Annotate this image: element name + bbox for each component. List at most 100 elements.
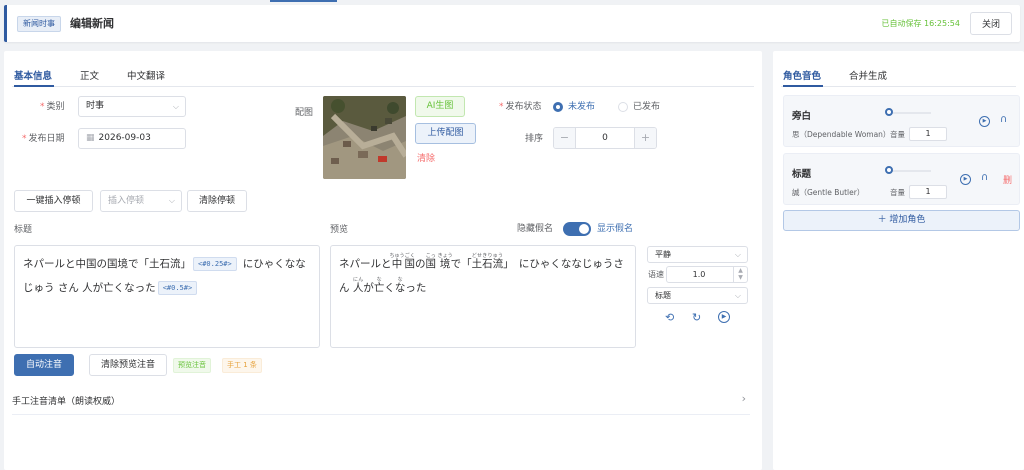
editor-tabs: 基本信息 正文 中文翻译 xyxy=(4,51,762,87)
voice-style-select[interactable]: 平静 ⌵ xyxy=(647,246,748,263)
voice-style-value: 平静 xyxy=(655,250,671,259)
speed-label: 语速 xyxy=(648,270,664,279)
headphones-icon[interactable]: ∩ xyxy=(1000,114,1007,125)
ruby-word: 中ちゅう xyxy=(389,253,405,270)
order-label: 排序 xyxy=(525,134,544,144)
chevron-down-icon: ⌵ xyxy=(172,102,179,111)
category-value: 时事 xyxy=(86,101,105,111)
volume-label: 音量 xyxy=(890,130,905,139)
clear-image-link[interactable]: 清除 xyxy=(417,151,435,164)
role-slider-knob[interactable] xyxy=(885,108,893,116)
kana-toggle-switch[interactable] xyxy=(563,222,591,236)
radio-unpublished[interactable] xyxy=(553,102,563,112)
volume-label: 音量 xyxy=(890,188,905,197)
category-label: * 类别 xyxy=(40,102,65,112)
ruby-word: 亡な xyxy=(373,277,385,294)
date-label: * 发布日期 xyxy=(22,134,65,144)
insert-pause-select[interactable]: 插入停顿 ⌵ xyxy=(100,190,182,212)
chevron-down-icon: ⌵ xyxy=(168,196,175,205)
preview-annotation-chip: 预览注音 xyxy=(173,358,211,373)
autosave-status: 已自动保存 16:25:54 xyxy=(881,19,960,28)
date-value: 2026-09-03 xyxy=(98,133,151,143)
role-voice-panel: 角色音色 合并生成 旁白 思（Dependable Woman） 音量 1 ▶ … xyxy=(773,51,1024,470)
ruby-word: 国こっ xyxy=(425,253,437,270)
role-voice-name: 思（Dependable Woman） xyxy=(792,130,891,139)
order-increment-button[interactable]: + xyxy=(634,128,656,148)
order-value: 0 xyxy=(602,133,608,143)
title-textarea[interactable]: ネパールと中国の国境で「土石流」 <#0.25#> にひゃくななじゅう さん 人が亡… xyxy=(14,245,320,348)
ai-image-button[interactable]: AI生图 xyxy=(415,96,465,117)
reload-icon[interactable]: ↻ xyxy=(692,311,701,324)
add-role-button[interactable]: ＋ 增加角色 xyxy=(783,210,1020,231)
role-card: 旁白 思（Dependable Woman） 音量 1 ▶ ∩ xyxy=(783,95,1020,147)
clear-pauses-button[interactable]: 清除停顿 xyxy=(187,190,247,212)
radio-unpublished-label: 未发布 xyxy=(568,102,596,112)
order-stepper[interactable]: − 0 + xyxy=(553,127,657,149)
chevron-down-icon: ⌵ xyxy=(734,250,741,259)
status-label: * 发布状态 xyxy=(499,102,542,112)
role-slider[interactable] xyxy=(887,170,931,172)
radio-published-label: 已发布 xyxy=(633,102,661,112)
pause-tag[interactable]: <#0.25#> xyxy=(193,257,237,271)
ruby-word: 人にん xyxy=(352,277,364,294)
manual-annotation-list-header[interactable]: 手工注音清单（朗读权威） › xyxy=(12,389,750,415)
top-progress-line xyxy=(270,0,337,2)
news-image xyxy=(323,96,406,179)
title-text-a: ネパールと中国の国境で「土石流」 xyxy=(23,258,191,270)
show-kana-label: 显示假名 xyxy=(597,224,634,234)
speed-spin-buttons[interactable]: ▲ ▼ xyxy=(733,267,747,282)
role-slider[interactable] xyxy=(887,112,931,114)
role-name: 标题 xyxy=(792,169,812,180)
editor-panel: 基本信息 正文 中文翻译 * 类别 时事 ⌵ * 发布日期 ▦ 2026-09-03 … xyxy=(4,51,762,470)
speed-value: 1.0 xyxy=(692,270,706,279)
category-select[interactable]: 时事 ⌵ xyxy=(78,96,186,117)
tab-chinese-translation[interactable]: 中文翻译 xyxy=(127,68,165,82)
radio-published[interactable] xyxy=(618,102,628,112)
chevron-down-icon: ⌵ xyxy=(734,291,741,300)
insert-pauses-button[interactable]: 一键插入停顿 xyxy=(14,190,93,212)
image-label: 配图 xyxy=(295,108,314,118)
page-title: 编辑新闻 xyxy=(70,17,114,30)
pause-tag[interactable]: <#0.5#> xyxy=(157,281,198,295)
play-icon[interactable]: ▶ xyxy=(718,311,730,323)
tab-merge-generate[interactable]: 合并生成 xyxy=(849,68,887,82)
chevron-right-icon: › xyxy=(741,392,746,405)
active-tab-indicator xyxy=(14,85,54,87)
manual-annotation-chip: 手工 1 条 xyxy=(222,358,262,373)
role-name: 旁白 xyxy=(792,111,812,122)
date-picker[interactable]: ▦ 2026-09-03 xyxy=(78,128,186,149)
active-tab-indicator xyxy=(783,85,823,87)
tab-basic-info[interactable]: 基本信息 xyxy=(14,68,52,82)
category-badge: 新闻时事 xyxy=(17,16,61,32)
title-section-label: 标题 xyxy=(14,225,33,235)
app-root: 新闻时事 编辑新闻 已自动保存 16:25:54 关闭 基本信息 正文 中文翻译… xyxy=(0,0,1024,470)
role-voice-name: 誠（Gentle Butler） xyxy=(792,188,865,197)
role-card: 标题 誠（Gentle Butler） 音量 1 ▶ ∩ 删 xyxy=(783,153,1020,205)
preview-box: ネパールと中ちゅう国ごくの国こっ 境きょうで「土石流どせきりゅう」 にひゃくなな… xyxy=(330,245,636,348)
headphones-icon[interactable]: ∩ xyxy=(981,172,988,183)
calendar-icon: ▦ xyxy=(86,133,95,143)
close-button[interactable]: 关闭 xyxy=(970,12,1012,35)
volume-input[interactable]: 1 xyxy=(909,127,947,141)
voice-target-value: 标题 xyxy=(655,291,671,300)
ruby-word: 土石流どせきりゅう xyxy=(471,253,504,270)
role-tabs: 角色音色 合并生成 xyxy=(773,51,1024,87)
auto-annotate-button[interactable]: 自动注音 xyxy=(14,354,74,376)
page-header: 新闻时事 编辑新闻 已自动保存 16:25:54 关闭 xyxy=(4,5,1020,42)
order-decrement-button[interactable]: − xyxy=(554,128,576,148)
delete-role-button[interactable]: 删 xyxy=(1003,173,1012,186)
tab-role-voice[interactable]: 角色音色 xyxy=(783,68,821,82)
insert-pause-placeholder: 插入停顿 xyxy=(108,196,145,206)
hide-kana-label: 隐藏假名 xyxy=(517,224,554,234)
play-icon[interactable]: ▶ xyxy=(960,174,971,185)
clear-preview-annotation-button[interactable]: 清除预览注音 xyxy=(89,354,167,376)
play-icon[interactable]: ▶ xyxy=(979,116,990,127)
speed-stepper[interactable]: 1.0 ▲ ▼ xyxy=(666,266,748,283)
voice-target-select[interactable]: 标题 ⌵ xyxy=(647,287,748,304)
volume-input[interactable]: 1 xyxy=(909,185,947,199)
tabs-divider xyxy=(12,86,754,87)
upload-image-button[interactable]: 上传配图 xyxy=(415,123,476,144)
role-slider-knob[interactable] xyxy=(885,166,893,174)
refresh-icon[interactable]: ⟲ xyxy=(665,311,674,324)
tab-body[interactable]: 正文 xyxy=(80,68,99,82)
